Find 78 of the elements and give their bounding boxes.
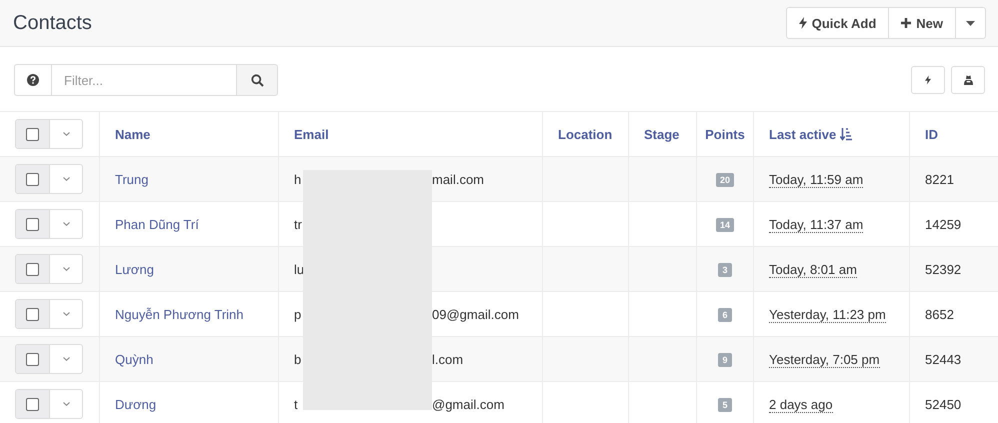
contact-name-link[interactable]: Quỳnh — [115, 352, 154, 366]
points-badge: 6 — [718, 308, 732, 322]
id-text: 52443 — [925, 352, 962, 366]
id-text: 8652 — [925, 306, 954, 322]
row-select-control[interactable] — [15, 209, 83, 239]
last-active-time: Yesterday, 11:23 pm — [769, 306, 886, 322]
points-badge: 14 — [716, 218, 734, 232]
chevron-icon — [62, 357, 70, 361]
contact-name-link[interactable]: Lương — [115, 262, 154, 276]
bolt-icon — [798, 17, 807, 29]
points-badge: 3 — [718, 263, 732, 277]
points-badge: 5 — [718, 398, 732, 412]
checkbox[interactable] — [26, 172, 39, 186]
id-text: 52392 — [925, 262, 962, 276]
email-text: t — [294, 396, 298, 412]
email-text: h — [294, 172, 302, 186]
row-select-control[interactable] — [15, 299, 83, 329]
column-header[interactable]: Last active — [769, 126, 836, 142]
column-header[interactable]: Name — [115, 126, 150, 142]
column-header[interactable]: Stage — [644, 126, 680, 142]
checkbox[interactable] — [26, 398, 39, 410]
column-header[interactable]: Points — [705, 126, 745, 142]
contact-name-link[interactable]: Trung — [115, 172, 148, 186]
row-select-control[interactable] — [15, 254, 83, 284]
bolt-icon — [925, 75, 931, 85]
points-badge: 9 — [718, 353, 732, 367]
row-select-control[interactable] — [15, 344, 83, 374]
id-text: 52450 — [925, 396, 962, 412]
checkbox[interactable] — [26, 128, 39, 140]
last-active-time: 2 days ago — [769, 396, 833, 412]
email-text: p — [294, 306, 302, 322]
chevron-icon — [62, 402, 70, 406]
chevron-icon — [62, 222, 70, 226]
search-icon — [250, 74, 264, 86]
last-active-time: Today, 11:37 am — [769, 216, 864, 232]
points-badge: 20 — [716, 173, 734, 187]
email-text: 09@gmail.com — [432, 306, 519, 322]
select-all-control[interactable] — [15, 119, 83, 149]
search-button[interactable] — [236, 64, 278, 96]
email-text: tr — [294, 216, 302, 232]
plus-icon — [901, 18, 912, 28]
row-select-control[interactable] — [15, 164, 83, 194]
id-text: 8221 — [925, 172, 954, 186]
chevron-icon — [62, 177, 70, 181]
caret-icon — [966, 20, 975, 26]
checkbox[interactable] — [26, 218, 39, 230]
sort-icon[interactable] — [840, 128, 852, 140]
column-header[interactable]: Email — [294, 126, 329, 142]
chevron-icon — [62, 312, 70, 316]
contact-name-link[interactable]: Dương — [115, 396, 156, 412]
email-text: b — [294, 352, 302, 366]
last-active-time: Today, 11:59 am — [769, 172, 864, 188]
email-text: lu — [294, 262, 304, 276]
incognito-button[interactable] — [951, 66, 985, 94]
new-button[interactable]: New — [888, 7, 956, 39]
contact-name-link[interactable]: Nguyễn Phương Trinh — [115, 306, 244, 322]
help-button[interactable] — [14, 64, 52, 96]
chevron-icon — [62, 132, 70, 136]
checkbox[interactable] — [26, 352, 39, 366]
checkbox[interactable] — [26, 262, 39, 276]
email-text: @gmail.com — [432, 396, 504, 412]
contact-name-link[interactable]: Phan Dũng Trí — [115, 216, 199, 232]
column-header[interactable]: Location — [558, 126, 612, 142]
page-title: Contacts — [13, 12, 92, 34]
email-text: l.com — [432, 352, 464, 366]
chevron-icon — [62, 267, 70, 271]
figure-icon — [964, 75, 972, 85]
id-text: 14259 — [925, 216, 962, 232]
question-icon — [27, 74, 39, 86]
checkbox[interactable] — [26, 308, 39, 320]
last-active-time: Today, 8:01 am — [769, 262, 857, 278]
dropdown-button[interactable] — [955, 7, 986, 39]
quick-add-button[interactable]: Quick Add — [786, 7, 890, 39]
row-select-control[interactable] — [15, 389, 83, 419]
filter-field[interactable]: Filter... — [52, 64, 236, 96]
column-header[interactable]: ID — [925, 126, 938, 142]
email-text: mail.com — [432, 172, 484, 186]
last-active-time: Yesterday, 7:05 pm — [769, 352, 880, 368]
